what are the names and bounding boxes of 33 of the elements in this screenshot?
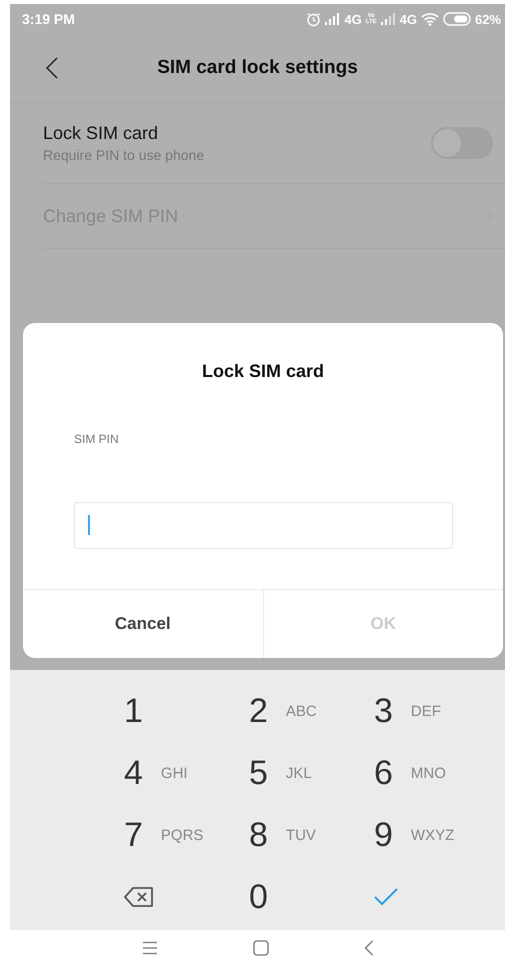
status-time: 3:19 PM bbox=[22, 11, 75, 27]
field-label: SIM PIN bbox=[74, 432, 119, 446]
keypad-key[interactable]: 5 JKL bbox=[235, 742, 360, 804]
menu-icon[interactable] bbox=[142, 940, 158, 954]
alarm-icon bbox=[306, 12, 322, 26]
settings-row[interactable]: Lock SIM card Require PIN to use phone bbox=[10, 103, 505, 183]
page-title: SIM card lock settings bbox=[157, 57, 358, 79]
keypad-key[interactable]: 6 MNO bbox=[360, 742, 485, 804]
keypad-key[interactable]: 3 DEF bbox=[360, 680, 485, 742]
dialog-button[interactable]: Cancel bbox=[23, 590, 262, 658]
setting-subtitle: Require PIN to use phone bbox=[43, 147, 204, 163]
back-icon[interactable] bbox=[46, 57, 58, 79]
keypad-key[interactable]: 1 bbox=[110, 680, 235, 742]
checkmark-icon[interactable] bbox=[374, 888, 398, 906]
network-type: 4G bbox=[400, 12, 417, 26]
signal-icon bbox=[380, 13, 396, 25]
keypad-key[interactable]: 4 GHI bbox=[110, 742, 235, 804]
wifi-icon bbox=[420, 12, 439, 26]
keypad-key[interactable]: 2 ABC bbox=[235, 680, 360, 742]
battery-percent: 62% bbox=[474, 12, 501, 26]
keypad-key[interactable]: 0 bbox=[235, 866, 360, 928]
backspace-icon[interactable] bbox=[124, 886, 154, 908]
keypad-key[interactable]: 9 WXYZ bbox=[360, 804, 485, 866]
battery-icon bbox=[442, 12, 471, 26]
home-icon[interactable] bbox=[252, 940, 268, 956]
back-icon[interactable] bbox=[364, 940, 374, 956]
network-type: 4G bbox=[344, 12, 362, 26]
input-field[interactable] bbox=[74, 502, 453, 549]
setting-title: Lock SIM card bbox=[43, 123, 160, 144]
keypad-key[interactable]: 7 PQRS bbox=[110, 804, 235, 866]
dialog-title: Lock SIM card bbox=[202, 361, 324, 382]
signal-icon bbox=[325, 13, 340, 25]
keypad-key[interactable]: 8 TUV bbox=[235, 804, 360, 866]
